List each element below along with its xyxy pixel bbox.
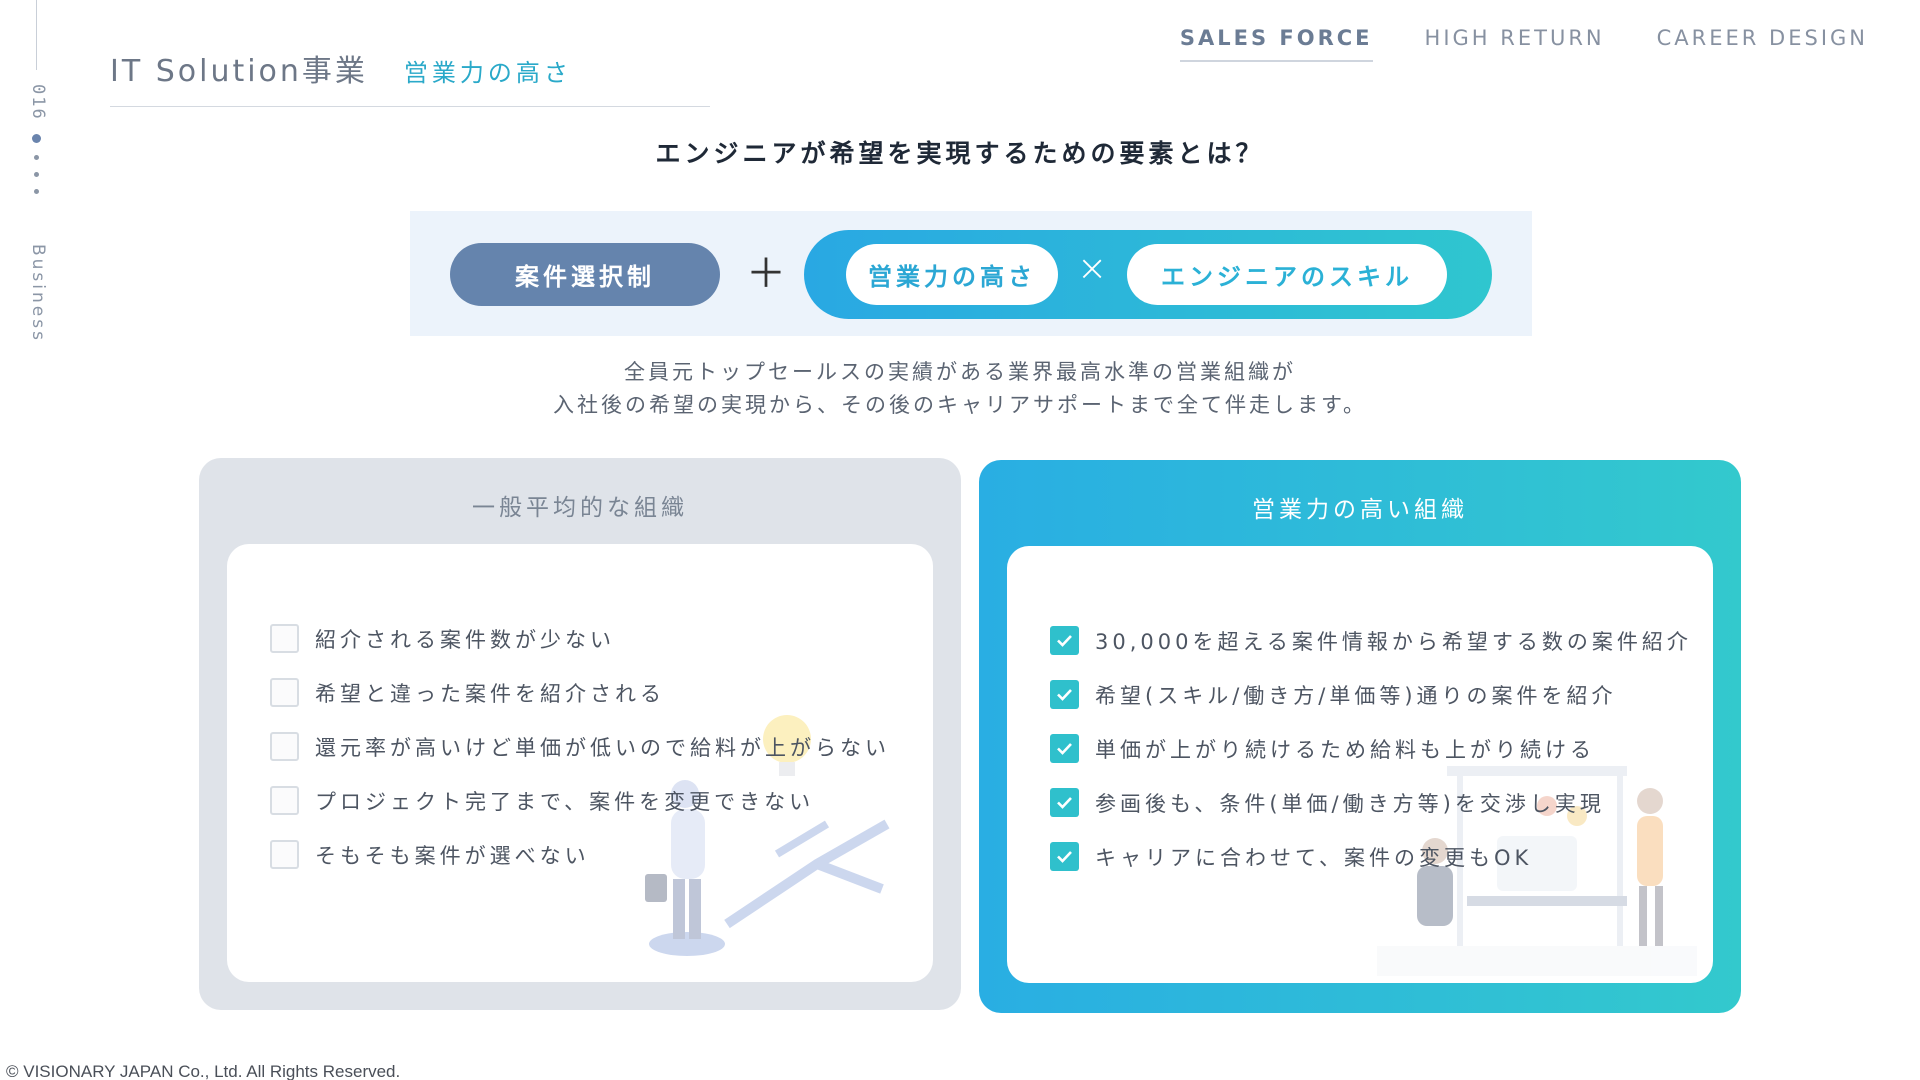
- average-organization-card: 一般平均的な組織 紹介される案件数が少ない 希望と違った案件を紹介される 還元率…: [199, 458, 961, 1010]
- top-nav: SALES FORCE HIGH RETURN CAREER DESIGN: [1179, 26, 1868, 62]
- high-sales-power-card: 営業力の高い組織 30,000を超える案件情報から希望する数の案件紹介 希望(ス…: [979, 460, 1741, 1013]
- card-title: 営業力の高い組織: [1252, 497, 1468, 523]
- selection-system-pill: 案件選択制: [450, 243, 720, 306]
- plus-sign: ＋: [746, 251, 786, 297]
- card-body: 紹介される案件数が少ない 希望と違った案件を紹介される 還元率が高いけど単価が低…: [227, 544, 933, 982]
- description: 全員元トップセールスの実績がある業界最高水準の営業組織が 入社後の希望の実現から…: [0, 356, 1920, 422]
- copyright-footer: © VISIONARY JAPAN Co., Ltd. All Rights R…: [6, 1062, 401, 1080]
- list-item: 参画後も、条件(単価/働き方等)を交渉し実現: [1050, 788, 1692, 817]
- unchecked-box-icon: [270, 624, 299, 653]
- sales-power-pill: 営業力の高さ: [846, 244, 1058, 305]
- nav-tab-high-return[interactable]: HIGH RETURN: [1425, 26, 1605, 62]
- checkbox-checked-icon: [1050, 734, 1079, 763]
- list-item: キャリアに合わせて、案件の変更もOK: [1050, 842, 1692, 871]
- list-item-text: そもそも案件が選べない: [315, 843, 590, 868]
- list-item-text: 希望(スキル/働き方/単価等)通りの案件を紹介: [1095, 683, 1617, 708]
- list-item: そもそも案件が選べない: [270, 840, 890, 869]
- benefit-list: 30,000を超える案件情報から希望する数の案件紹介 希望(スキル/働き方/単価…: [1050, 626, 1692, 871]
- list-item: プロジェクト完了まで、案件を変更できない: [270, 786, 890, 815]
- checkbox-checked-icon: [1050, 626, 1079, 655]
- nav-tab-career-design[interactable]: CAREER DESIGN: [1657, 26, 1868, 62]
- list-item-text: 参画後も、条件(単価/働き方等)を交渉し実現: [1095, 791, 1605, 816]
- nav-tab-sales-force[interactable]: SALES FORCE: [1179, 26, 1373, 62]
- list-item: 希望と違った案件を紹介される: [270, 678, 890, 707]
- list-item-text: プロジェクト完了まで、案件を変更できない: [315, 789, 815, 814]
- list-item: 紹介される案件数が少ない: [270, 624, 890, 653]
- unchecked-box-icon: [270, 840, 299, 869]
- description-line-2: 入社後の希望の実現から、その後のキャリアサポートまで全て伴走します。: [553, 393, 1367, 417]
- section-label: Business: [28, 244, 48, 343]
- section-question: エンジニアが希望を実現するための要素とは？: [655, 139, 1265, 168]
- list-item-text: 30,000を超える案件情報から希望する数の案件紹介: [1095, 629, 1692, 654]
- card-body: 30,000を超える案件情報から希望する数の案件紹介 希望(スキル/働き方/単価…: [1007, 546, 1713, 983]
- list-item-text: 還元率が高いけど単価が低いので給料が上がらない: [315, 735, 890, 760]
- engineer-skill-pill: エンジニアのスキル: [1127, 244, 1447, 305]
- unchecked-box-icon: [270, 786, 299, 815]
- formula-band: 案件選択制 ＋ 営業力の高さ × エンジニアのスキル: [410, 211, 1532, 336]
- unchecked-box-icon: [270, 678, 299, 707]
- list-item-text: 紹介される案件数が少ない: [315, 627, 615, 652]
- list-item-text: キャリアに合わせて、案件の変更もOK: [1095, 845, 1533, 870]
- card-title: 一般平均的な組織: [472, 495, 688, 521]
- checkbox-checked-icon: [1050, 680, 1079, 709]
- rail-line: [36, 0, 37, 70]
- checkbox-checked-icon: [1050, 788, 1079, 817]
- checkbox-checked-icon: [1050, 842, 1079, 871]
- list-item: 単価が上がり続けるため給料も上がり続ける: [1050, 734, 1692, 763]
- unchecked-box-icon: [270, 732, 299, 761]
- page-title: IT Solution事業: [110, 54, 368, 89]
- description-line-1: 全員元トップセールスの実績がある業界最高水準の営業組織が: [624, 360, 1296, 384]
- list-item: 希望(スキル/働き方/単価等)通りの案件を紹介: [1050, 680, 1692, 709]
- header-divider: [110, 106, 710, 107]
- combined-pill: 営業力の高さ × エンジニアのスキル: [804, 230, 1492, 319]
- list-item-text: 希望と違った案件を紹介される: [315, 681, 665, 706]
- page-subtitle: 営業力の高さ: [403, 59, 572, 87]
- list-item: 30,000を超える案件情報から希望する数の案件紹介: [1050, 626, 1692, 655]
- problem-list: 紹介される案件数が少ない 希望と違った案件を紹介される 還元率が高いけど単価が低…: [270, 624, 890, 869]
- page-header: IT Solution事業 営業力の高さ: [110, 46, 572, 90]
- list-item-text: 単価が上がり続けるため給料も上がり続ける: [1095, 737, 1595, 762]
- indicator-dot: [34, 172, 39, 177]
- times-sign: ×: [1077, 248, 1108, 289]
- list-item: 還元率が高いけど単価が低いので給料が上がらない: [270, 732, 890, 761]
- page-number: 016: [28, 84, 48, 121]
- indicator-dot: [34, 189, 39, 194]
